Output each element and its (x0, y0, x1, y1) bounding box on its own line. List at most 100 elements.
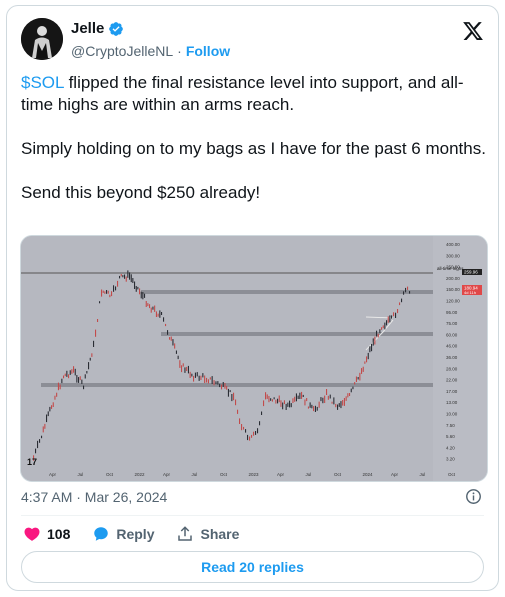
candle (309, 402, 311, 408)
candle (81, 379, 83, 384)
candle (384, 322, 386, 330)
candle (366, 356, 368, 363)
candle (200, 375, 202, 380)
candle (289, 400, 291, 408)
candle (322, 397, 324, 404)
candle (226, 385, 228, 390)
candle (135, 286, 137, 292)
candle (382, 325, 384, 329)
candle (42, 426, 44, 433)
read-replies-button[interactable]: Read 20 replies (21, 551, 484, 583)
candle (84, 374, 86, 379)
avatar[interactable] (21, 18, 63, 60)
candle (44, 423, 46, 429)
candle (46, 414, 48, 423)
candle (362, 366, 364, 372)
candle (338, 403, 340, 407)
candle (56, 392, 58, 397)
author-handle[interactable]: @CryptoJelleNL (71, 43, 173, 59)
candle (395, 312, 397, 318)
candle (235, 399, 237, 406)
x-logo-icon[interactable] (462, 20, 484, 42)
candle (102, 290, 104, 293)
candle (229, 390, 231, 393)
candle (349, 393, 351, 396)
tradingview-watermark: 17 (27, 457, 37, 467)
candle (83, 385, 85, 390)
price-chart: 400.00300.00250.00200.00150.00120.0095.0… (21, 236, 487, 481)
x-tick-label: 2024 (363, 472, 374, 477)
like-button[interactable]: 108 (23, 525, 70, 543)
candle (249, 436, 251, 441)
divider (21, 515, 484, 516)
info-icon[interactable] (465, 488, 482, 505)
candle (403, 291, 405, 295)
candle (304, 399, 306, 406)
candle (207, 379, 209, 384)
candle (74, 368, 76, 376)
candle (93, 340, 95, 347)
candle (231, 394, 233, 402)
candle (389, 315, 391, 323)
separator-dot: · (177, 43, 182, 59)
candle (275, 399, 277, 404)
candle (174, 343, 176, 349)
author-name-row[interactable]: Jelle (71, 20, 124, 37)
candle (285, 403, 287, 410)
candle (202, 373, 204, 378)
price-countdown: 4d 11h (464, 290, 476, 295)
reply-button[interactable]: Reply (92, 525, 154, 543)
y-tick-label: 95.00 (446, 310, 458, 315)
candle (227, 388, 229, 397)
candle (204, 375, 206, 383)
candle (184, 367, 186, 373)
candle (278, 395, 280, 403)
candle (79, 376, 81, 381)
candle (320, 397, 322, 402)
share-button[interactable]: Share (176, 525, 239, 543)
tweet-paragraph-3: Send this beyond $250 already! (21, 183, 261, 202)
y-tick-label: 5.60 (446, 434, 455, 439)
candle (169, 337, 171, 340)
candle (283, 400, 285, 405)
candle (259, 421, 261, 426)
candle (95, 329, 97, 337)
x-tick-label: 2022 (135, 472, 146, 477)
candle (157, 313, 159, 317)
candle (41, 435, 43, 439)
candle (386, 320, 388, 326)
candle (407, 286, 409, 290)
author-name[interactable]: Jelle (71, 20, 104, 37)
candle (167, 330, 169, 335)
candle (290, 403, 292, 408)
candle (397, 309, 399, 314)
x-axis: Apr Jul Oct 2022 Apr Jul Oct 2023 Apr Jul Oct 2024 A… (49, 472, 456, 477)
chart-image[interactable]: 400.00 300.00 250.00 200.00 150.00 120.00 95.0… (20, 235, 488, 482)
candle (221, 384, 223, 390)
candle (266, 394, 268, 399)
candle (361, 368, 363, 374)
ath-label: all-time highs (437, 266, 464, 271)
candle (237, 409, 239, 414)
candle (409, 291, 411, 294)
x-tick-label: Apr (49, 472, 57, 477)
candle (295, 393, 297, 402)
candle (49, 406, 51, 412)
candle (198, 375, 200, 381)
y-tick-label: 400.00 (446, 242, 460, 247)
candle (337, 404, 339, 410)
candle (331, 401, 333, 404)
cashtag-link[interactable]: $SOL (21, 73, 64, 92)
candle (159, 310, 161, 318)
tweet-timestamp[interactable]: 4:37 AM · Mar 26, 2024 (21, 489, 167, 505)
candle (287, 402, 289, 407)
reply-label: Reply (116, 526, 155, 542)
y-tick-label: 3.20 (446, 457, 455, 462)
candle (134, 281, 136, 289)
candle (354, 382, 356, 385)
candle (179, 360, 181, 368)
candle (163, 317, 165, 322)
candle (165, 323, 167, 327)
tweet-line1-text: flipped the final resistance level into … (21, 73, 464, 114)
follow-button[interactable]: Follow (186, 43, 230, 59)
